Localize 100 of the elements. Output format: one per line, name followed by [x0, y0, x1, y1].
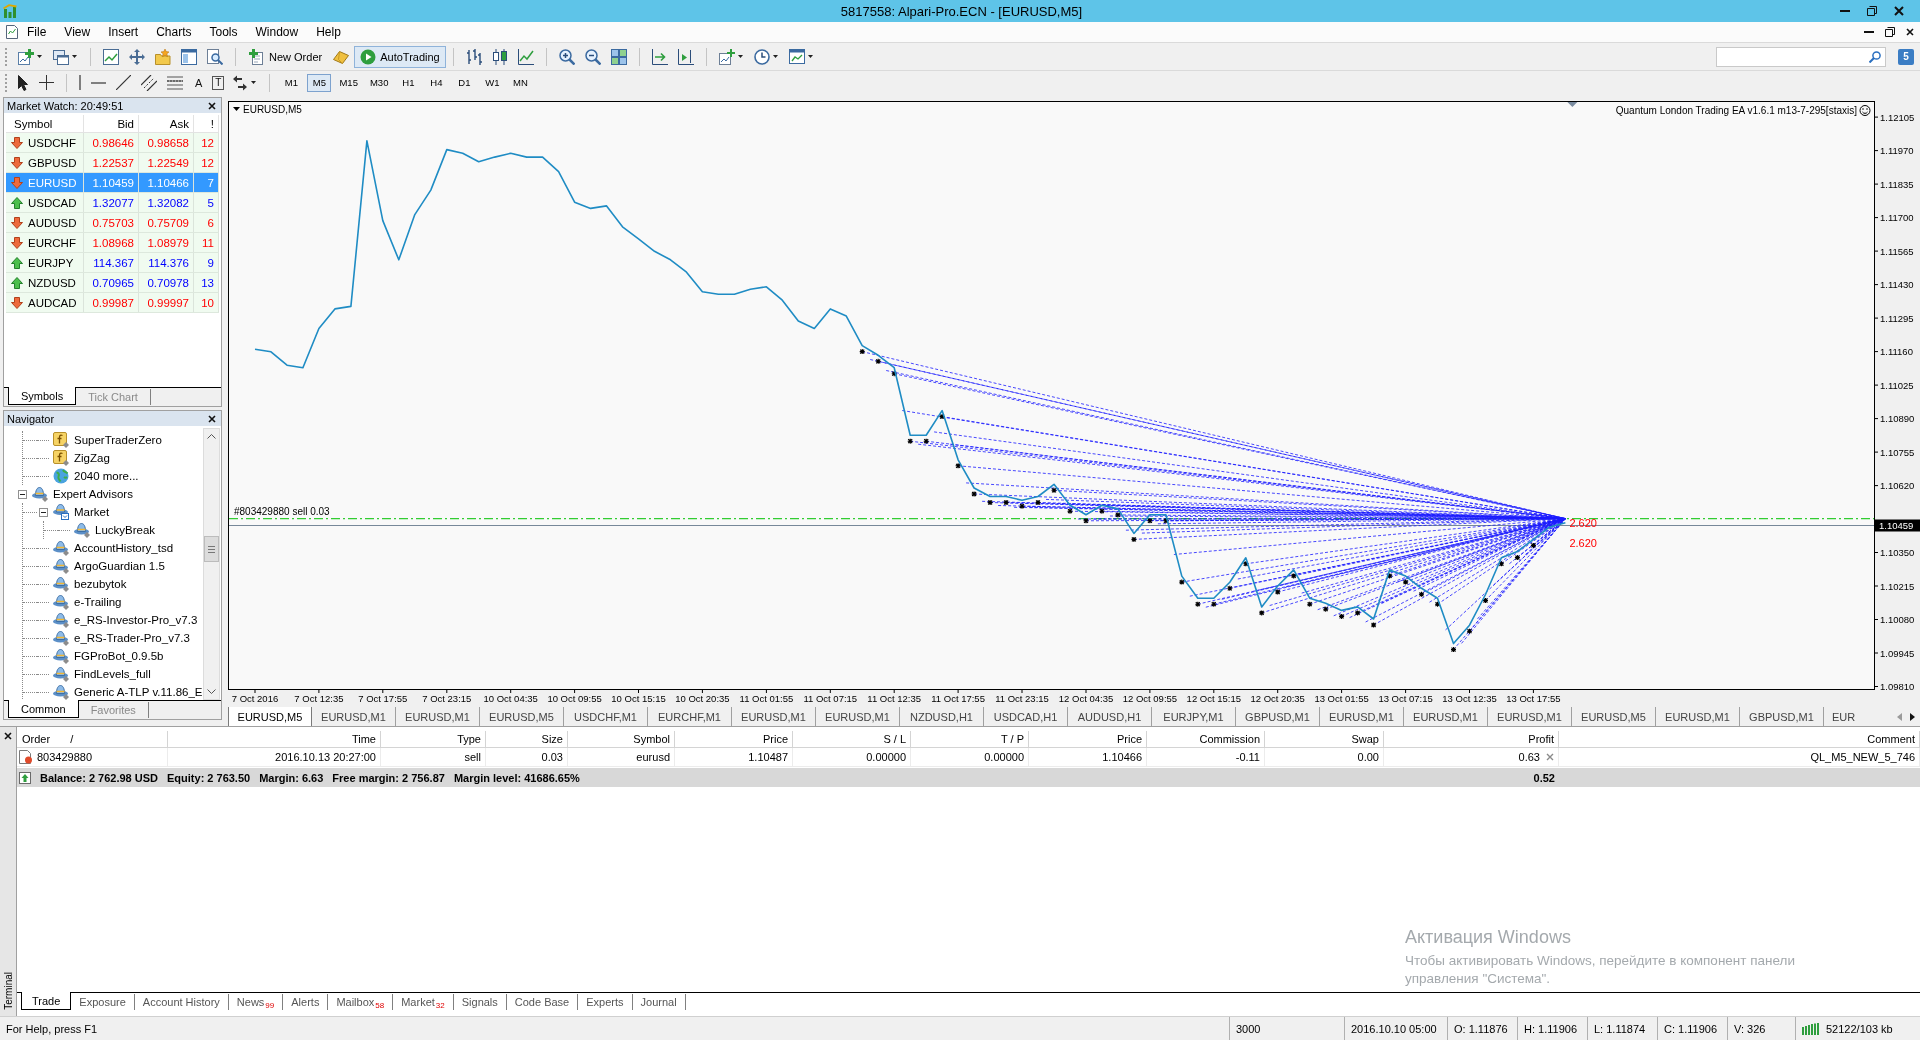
period-button[interactable]: M15	[335, 73, 362, 92]
terminal-tab[interactable]: Account History	[134, 994, 229, 1010]
tree-item[interactable]: ArgoGuardian 1.5	[74, 560, 165, 572]
menu-item[interactable]: Window	[246, 23, 308, 41]
terminal-tab[interactable]: Alerts	[283, 994, 329, 1010]
quote-row[interactable]: USDCAD 1.32077 1.32082 5	[6, 193, 219, 213]
clock-icon[interactable]	[753, 48, 770, 65]
quote-row[interactable]: AUDCAD 0.99987 0.99997 10	[6, 293, 219, 313]
column-header[interactable]: Swap	[1265, 731, 1384, 748]
shift-marker-icon[interactable]	[1567, 102, 1578, 107]
autotrading-button[interactable]: AutoTrading	[354, 45, 446, 68]
chart-tab[interactable]: EURUSD,M5	[228, 707, 312, 727]
quote-row[interactable]: EURJPY 114.367 114.376 9	[6, 253, 219, 273]
close-icon[interactable]	[1906, 28, 1914, 36]
scroll-right-icon[interactable]	[1910, 713, 1915, 721]
period-button[interactable]: M5	[307, 73, 332, 92]
quote-row[interactable]: GBPUSD 1.22537 1.22549 12	[6, 153, 219, 173]
add-indicator-icon[interactable]	[718, 48, 735, 65]
column-header[interactable]: T / P	[911, 731, 1029, 748]
template-icon[interactable]	[788, 49, 805, 64]
arrows-icon[interactable]	[232, 74, 249, 91]
scroll-down-icon[interactable]	[207, 689, 216, 694]
channel-icon[interactable]	[141, 74, 157, 91]
terminal-tab[interactable]: Trade	[21, 992, 72, 1010]
terminal-tab[interactable]: Experts	[578, 994, 633, 1010]
star-folder-icon[interactable]	[155, 48, 171, 65]
menu-item[interactable]: Tools	[200, 23, 247, 41]
period-button[interactable]: M1	[279, 73, 304, 92]
restore-icon[interactable]	[1885, 27, 1895, 37]
close-icon[interactable]	[4, 732, 12, 740]
ingot-icon[interactable]	[333, 49, 350, 64]
quote-row[interactable]: AUDUSD 0.75703 0.75709 6	[6, 213, 219, 233]
column-header[interactable]: Price	[675, 731, 793, 748]
zoom-in-icon[interactable]	[558, 48, 575, 65]
collapse-icon[interactable]	[38, 507, 48, 517]
chart-window-icon[interactable]	[103, 48, 119, 65]
period-button[interactable]: W1	[480, 73, 505, 92]
menu-item[interactable]: File	[18, 23, 56, 41]
search-field[interactable]	[1716, 46, 1886, 67]
fibonacci-icon[interactable]	[167, 75, 183, 90]
search-icon[interactable]	[1869, 50, 1881, 63]
label-tool-button[interactable]: T	[212, 75, 225, 90]
column-header[interactable]: Time	[168, 731, 381, 748]
close-icon[interactable]	[1894, 6, 1904, 16]
new-chart-icon[interactable]	[18, 48, 34, 65]
column-header[interactable]: Commission	[1147, 731, 1265, 748]
terminal-tab[interactable]: Signals	[453, 994, 507, 1010]
line-chart-icon[interactable]	[517, 48, 534, 65]
caret-icon[interactable]	[772, 55, 778, 58]
menu-item[interactable]: View	[55, 23, 100, 41]
magnifier-page-icon[interactable]	[207, 48, 223, 65]
period-button[interactable]: MN	[508, 73, 533, 92]
column-header[interactable]: Size	[486, 731, 568, 748]
tree-item[interactable]: FindLevels_full	[74, 668, 151, 680]
menu-item[interactable]: Help	[307, 23, 350, 41]
quote-row[interactable]: NZDUSD 0.70965 0.70978 13	[6, 273, 219, 293]
tree-item[interactable]: e_RS-Investor-Pro_v7.3	[74, 614, 198, 626]
chart-shift-icon[interactable]	[677, 48, 694, 65]
new-order-button[interactable]: New Order	[243, 45, 329, 68]
tree-item[interactable]: ZigZag	[74, 452, 110, 464]
candlestick-icon[interactable]	[491, 48, 508, 65]
caret-icon[interactable]	[737, 55, 743, 58]
restore-icon[interactable]	[1867, 6, 1877, 16]
tree-item[interactable]: 2040 more...	[74, 470, 139, 482]
tree-item[interactable]: e_RS-Trader-Pro_v7.3	[74, 632, 190, 644]
auto-scroll-icon[interactable]	[651, 48, 668, 65]
quote-row[interactable]: USDCHF 0.98646 0.98658 12	[6, 133, 219, 153]
quote-row[interactable]: EURCHF 1.08968 1.08979 11	[6, 233, 219, 253]
column-header[interactable]: S / L	[793, 731, 911, 748]
column-header[interactable]: Comment	[1559, 731, 1920, 748]
move-cross-icon[interactable]	[129, 48, 145, 65]
caret-icon[interactable]	[72, 55, 77, 58]
close-icon[interactable]	[208, 414, 216, 423]
menu-item[interactable]: Charts	[147, 23, 201, 41]
text-tool-button[interactable]: A	[191, 73, 207, 92]
period-button[interactable]: D1	[452, 73, 477, 92]
period-button[interactable]: H1	[396, 73, 421, 92]
panel-tab[interactable]: Symbols	[8, 387, 77, 405]
dropdown-triangle-icon[interactable]	[233, 107, 240, 111]
crosshair-icon[interactable]	[39, 75, 54, 90]
period-button[interactable]: M30	[365, 73, 393, 92]
column-header[interactable]: Profit	[1384, 731, 1559, 748]
zoom-out-icon[interactable]	[584, 48, 601, 65]
period-button[interactable]: H4	[424, 73, 449, 92]
terminal-tab[interactable]: Journal	[632, 994, 686, 1010]
trend-line-icon[interactable]	[116, 75, 131, 90]
close-icon[interactable]	[208, 101, 216, 110]
tree-item[interactable]: SuperTraderZero	[74, 434, 162, 446]
caret-icon[interactable]	[807, 55, 813, 58]
tree-item[interactable]: Generic A-TLP v.11.86_E	[74, 686, 203, 698]
cursor-icon[interactable]	[18, 74, 29, 91]
tree-item[interactable]: LuckyBreak	[95, 524, 156, 536]
sort-indicator[interactable]: /	[70, 733, 74, 745]
collapse-icon[interactable]	[17, 489, 27, 499]
tree-item[interactable]: Market	[74, 506, 110, 518]
column-header[interactable]: Order	[22, 733, 51, 745]
column-header[interactable]: Symbol	[568, 731, 675, 748]
column-header[interactable]: Type	[381, 731, 486, 748]
profiles-icon[interactable]	[53, 48, 69, 65]
tree-item[interactable]: Expert Advisors	[53, 488, 133, 500]
